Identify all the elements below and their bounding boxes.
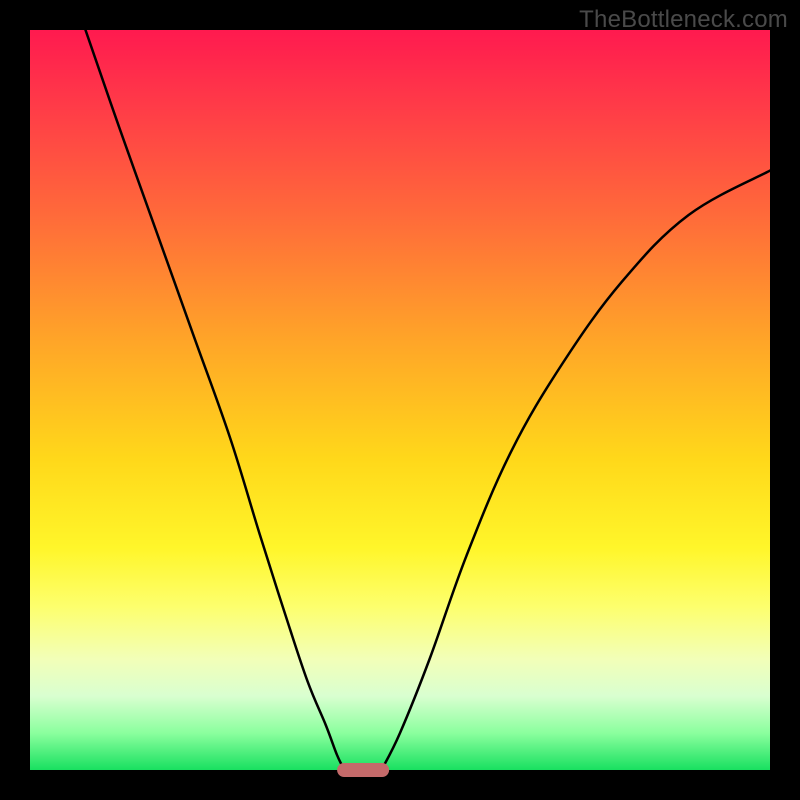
- plot-area: [30, 30, 770, 770]
- chart-frame: TheBottleneck.com: [0, 0, 800, 800]
- optimal-marker: [337, 763, 389, 777]
- watermark-label: TheBottleneck.com: [579, 6, 788, 34]
- bottleneck-curve: [30, 30, 770, 770]
